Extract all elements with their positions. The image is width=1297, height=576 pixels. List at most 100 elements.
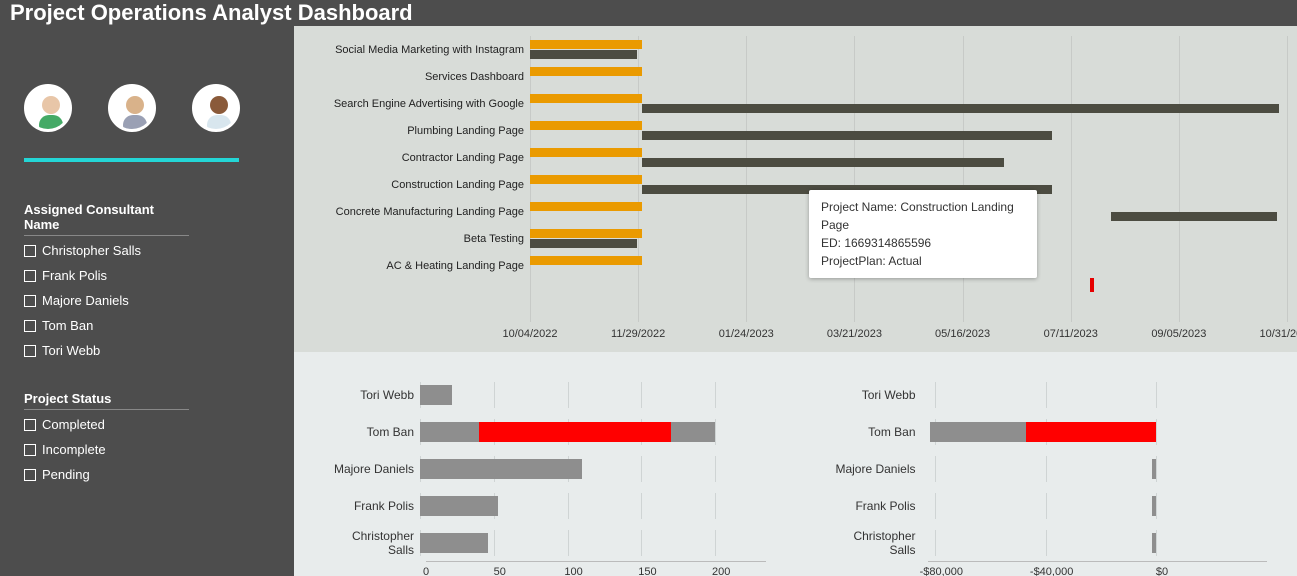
bar-segment[interactable]	[420, 496, 498, 516]
status-option[interactable]: Completed	[24, 412, 264, 437]
main: Social Media Marketing with Instagram Ser…	[294, 26, 1297, 576]
filter-title: Project Status	[24, 391, 189, 410]
gantt-bar-actual[interactable]	[1111, 212, 1277, 221]
gantt-bar-actual[interactable]	[642, 104, 1278, 113]
bar-segment[interactable]	[420, 533, 488, 553]
option-label: Tom Ban	[42, 318, 93, 333]
gantt-row-label: Services Dashboard	[304, 71, 530, 83]
bar-segment[interactable]	[420, 459, 582, 479]
bar-track	[420, 384, 766, 406]
bar-track	[420, 421, 766, 443]
gantt-row-label: AC & Heating Landing Page	[304, 260, 530, 272]
bar-row-label: Majore Daniels	[826, 462, 922, 476]
filter-status: Project Status Completed IncompletePendin…	[24, 391, 264, 487]
gantt-bar-actual[interactable]	[642, 131, 1052, 140]
bar-track	[922, 532, 1268, 554]
bar-segment-highlight[interactable]	[1026, 422, 1156, 442]
avatar[interactable]	[192, 84, 240, 132]
axis-tick: 07/11/2023	[1044, 328, 1098, 340]
filter-consultant: Assigned Consultant Name Christopher Sal…	[24, 202, 264, 363]
date-marker	[1090, 278, 1094, 292]
axis-tick: -$80,000	[920, 566, 963, 576]
gantt-row-label: Plumbing Landing Page	[304, 125, 530, 137]
gantt-row: AC & Heating Landing Page	[304, 252, 1287, 279]
tooltip: Project Name: Construction Landing Page …	[809, 190, 1037, 278]
dashboard-root: Project Operations Analyst Dashboard Ass…	[0, 0, 1297, 576]
budget-chart[interactable]: Tori WebbTom BanMajore DanielsFrank Poli…	[796, 352, 1297, 576]
tooltip-line: Project Name: Construction Landing Page	[821, 198, 1025, 234]
axis-tick: 05/16/2023	[935, 328, 990, 340]
bar-row-label: Tom Ban	[324, 425, 420, 439]
gantt-chart[interactable]: Social Media Marketing with Instagram Ser…	[294, 26, 1297, 352]
bar-row: Frank Polis	[324, 487, 766, 524]
consultant-option[interactable]: Tori Webb	[24, 338, 264, 363]
checkbox-icon	[24, 245, 36, 257]
status-option[interactable]: Pending	[24, 462, 264, 487]
page-title: Project Operations Analyst Dashboard	[10, 0, 413, 26]
bar-row: Tori Webb	[324, 376, 766, 413]
bar-row-label: Tori Webb	[324, 388, 420, 402]
avatar[interactable]	[108, 84, 156, 132]
gantt-bar-planned[interactable]	[530, 256, 642, 265]
gantt-row-label: Social Media Marketing with Instagram	[304, 44, 530, 56]
gantt-row: Construction Landing Page	[304, 171, 1287, 198]
option-label: Completed	[42, 417, 105, 432]
checkbox-icon	[24, 345, 36, 357]
consultant-option[interactable]: Tom Ban	[24, 313, 264, 338]
bar-track	[922, 384, 1268, 406]
tooltip-line: ProjectPlan: Actual	[821, 252, 1025, 270]
bar-track	[922, 495, 1268, 517]
consultant-option[interactable]: Christopher Salls	[24, 238, 264, 263]
checkbox-icon	[24, 469, 36, 481]
bar-segment[interactable]	[1152, 459, 1156, 479]
gantt-row: Services Dashboard	[304, 63, 1287, 90]
bar-track	[922, 421, 1268, 443]
bar-track	[420, 458, 766, 480]
consultant-option[interactable]: Frank Polis	[24, 263, 264, 288]
axis-tick: 01/24/2023	[719, 328, 774, 340]
bar-row: Majore Daniels	[826, 450, 1268, 487]
bar-segment[interactable]	[420, 385, 452, 405]
gantt-bar-actual[interactable]	[530, 239, 637, 248]
axis-tick: $0	[1156, 566, 1168, 576]
gantt-bar-planned[interactable]	[530, 40, 642, 49]
avatar-row	[24, 84, 264, 132]
option-label: Tori Webb	[42, 343, 100, 358]
axis-tick: 10/04/2022	[502, 328, 557, 340]
accent-underline	[24, 158, 239, 162]
gantt-bar-planned[interactable]	[530, 202, 642, 211]
bar-track	[420, 495, 766, 517]
gantt-bar-planned[interactable]	[530, 67, 642, 76]
body: Assigned Consultant Name Christopher Sal…	[0, 26, 1297, 576]
option-label: Christopher Salls	[42, 243, 141, 258]
bar-segment[interactable]	[1152, 496, 1156, 516]
checkbox-icon	[24, 270, 36, 282]
gantt-bar-planned[interactable]	[530, 121, 642, 130]
bar-segment-highlight[interactable]	[479, 422, 671, 442]
hours-worked-chart[interactable]: Tori WebbTom BanMajore DanielsFrank Poli…	[294, 352, 796, 576]
avatar[interactable]	[24, 84, 72, 132]
bar-row-label: Christopher Salls	[324, 529, 420, 557]
gantt-bar-planned[interactable]	[530, 229, 642, 238]
gantt-bar-planned[interactable]	[530, 148, 642, 157]
status-option[interactable]: Incomplete	[24, 437, 264, 462]
consultant-option[interactable]: Majore Daniels	[24, 288, 264, 313]
axis-tick: -$40,000	[1030, 566, 1073, 576]
axis-tick: 200	[712, 566, 730, 576]
gantt-bar-actual[interactable]	[642, 158, 1004, 167]
checkbox-icon	[24, 320, 36, 332]
bar-row-label: Christopher Salls	[826, 529, 922, 557]
bar-segment[interactable]	[1152, 533, 1156, 553]
bar-row-label: Frank Polis	[826, 499, 922, 513]
gantt-row: Search Engine Advertising with Google	[304, 90, 1287, 117]
gantt-row-label: Concrete Manufacturing Landing Page	[304, 206, 530, 218]
gantt-bar-actual[interactable]	[530, 50, 637, 59]
gantt-bar-planned[interactable]	[530, 175, 642, 184]
bar-row: Tori Webb	[826, 376, 1268, 413]
gantt-track	[530, 117, 1287, 144]
axis-tick: 150	[638, 566, 656, 576]
gantt-bar-planned[interactable]	[530, 94, 642, 103]
axis-tick: 03/21/2023	[827, 328, 882, 340]
option-label: Frank Polis	[42, 268, 107, 283]
gantt-track	[530, 144, 1287, 171]
